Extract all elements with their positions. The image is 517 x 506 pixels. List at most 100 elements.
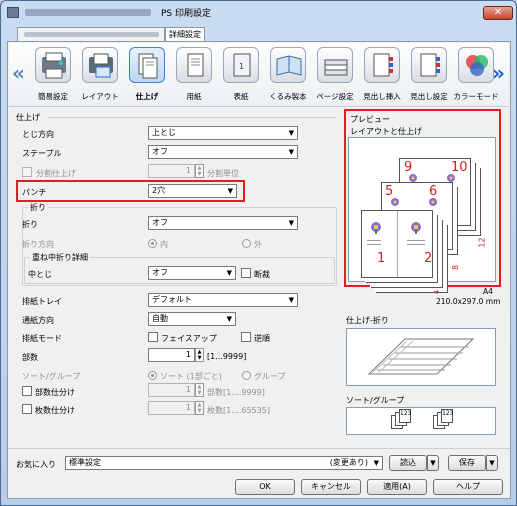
fold-value: オフ <box>152 218 168 227</box>
footer-divider <box>8 448 510 449</box>
split-unit-label: 分割単位 <box>207 169 239 178</box>
sheet-split-stepper[interactable]: 1 <box>148 401 195 415</box>
category-label: 見出し設定 <box>410 92 448 101</box>
set-split-checkbox[interactable] <box>22 386 32 396</box>
flower-image-icon <box>391 198 399 206</box>
cancel-button[interactable]: キャンセル <box>301 479 361 495</box>
favorites-label: お気に入り <box>16 460 56 469</box>
finishing-section-title: 仕上げ <box>16 113 40 122</box>
feed-direction-select[interactable]: 自動 ▼ <box>148 312 236 326</box>
paper-icon <box>176 47 212 83</box>
category-color-mode[interactable]: カラーモード <box>451 47 501 105</box>
staple-label: ステープル <box>22 149 62 158</box>
category-label: 簡易設定 <box>38 92 68 101</box>
ok-button[interactable]: OK <box>235 479 295 495</box>
sheet-split-range: 枚数[1....65535] <box>207 406 270 415</box>
fold-direction-in-radio[interactable] <box>148 239 157 248</box>
page-number: 1 <box>377 251 386 266</box>
sort-group-label: ソート/グループ <box>22 372 81 381</box>
chevron-down-icon: ▼ <box>227 187 233 195</box>
tab-detail-settings[interactable]: 詳細設定 <box>165 27 205 41</box>
stepper-arrows-icon[interactable]: ▲ ▼ <box>195 348 204 362</box>
stepper-arrows-icon[interactable]: ▲ ▼ <box>195 401 204 415</box>
stepper-arrows-icon[interactable]: ▲ ▼ <box>195 383 204 397</box>
sheet-split-checkbox[interactable] <box>22 404 32 414</box>
page-number: 4 <box>433 289 442 295</box>
category-icon-bar: « » 簡易設定 レイアウト 仕上げ 用紙 1 表紙 くるみ製本 ページ設定 見… <box>9 43 509 107</box>
flower-image-icon <box>409 174 417 182</box>
face-up-checkbox[interactable] <box>148 332 158 342</box>
binding-select[interactable]: 上とじ ▼ <box>148 126 298 140</box>
category-perfect-binding[interactable]: くるみ製本 <box>263 47 313 105</box>
save-button[interactable]: 保存 <box>448 455 486 471</box>
staple-select[interactable]: オフ ▼ <box>148 145 298 159</box>
punch-select[interactable]: 2穴 ▼ <box>148 184 237 198</box>
finishing-icon <box>129 47 165 83</box>
sort-radio[interactable] <box>148 371 157 380</box>
category-finishing[interactable]: 仕上げ <box>122 47 172 105</box>
help-button[interactable]: ヘルプ <box>433 479 503 495</box>
chevron-down-icon: ▼ <box>288 129 294 137</box>
set-split-stepper[interactable]: 1 <box>148 383 195 397</box>
category-paper[interactable]: 用紙 <box>169 47 219 105</box>
saddle-select[interactable]: オフ ▼ <box>148 266 236 280</box>
fold-group-title: 折り <box>28 202 48 213</box>
text-line <box>367 240 381 241</box>
text-line <box>407 240 425 241</box>
copies-label: 部数 <box>22 353 38 362</box>
feed-direction-value: 自動 <box>152 314 168 323</box>
apply-button[interactable]: 適用(A) <box>367 479 427 495</box>
split-checkbox[interactable] <box>22 167 32 177</box>
output-tray-value: デフォルト <box>152 295 192 304</box>
category-tab-insert[interactable]: 見出し挿入 <box>357 47 407 105</box>
trim-checkbox[interactable] <box>241 268 251 278</box>
tab-setting-icon <box>411 47 447 83</box>
output-tray-select[interactable]: デフォルト ▼ <box>148 293 298 307</box>
category-layout[interactable]: レイアウト <box>75 47 125 105</box>
category-page-setting[interactable]: ページ設定 <box>310 47 360 105</box>
reverse-order-checkbox[interactable] <box>241 332 251 342</box>
category-quick-setting[interactable]: 簡易設定 <box>28 47 78 105</box>
split-stepper[interactable]: 1 <box>148 164 195 178</box>
page-number: 12 <box>477 237 487 248</box>
sorted-set-icon: 123 <box>441 409 453 423</box>
saddle-label: 中とじ <box>28 270 52 279</box>
fold-direction-out-radio[interactable] <box>242 239 251 248</box>
category-tab-setting[interactable]: 見出し設定 <box>404 47 454 105</box>
chevron-down-icon: ▼ <box>226 315 232 323</box>
flower-image-icon <box>371 222 381 234</box>
save-dropdown-icon[interactable]: ▼ <box>486 455 498 471</box>
scroll-left-icon[interactable]: « <box>12 61 25 85</box>
group-radio[interactable] <box>242 371 251 380</box>
settings-panel: « » 簡易設定 レイアウト 仕上げ 用紙 1 表紙 くるみ製本 ページ設定 見… <box>7 41 511 499</box>
layout-icon <box>82 47 118 83</box>
saddle-group-title: 重ね中折り詳細 <box>30 252 90 263</box>
output-mode-label: 排紙モード <box>22 334 62 343</box>
finishing-fold-title: 仕上げ-折り <box>346 316 389 325</box>
layout-preview: 9 10 5 6 1 2 12 8 4 <box>348 137 496 294</box>
category-cover[interactable]: 1 表紙 <box>216 47 266 105</box>
load-dropdown-icon[interactable]: ▼ <box>427 455 439 471</box>
load-button[interactable]: 読込 <box>389 455 427 471</box>
tab-redacted[interactable] <box>17 27 165 41</box>
punch-value: 2穴 <box>152 186 166 195</box>
preview-subtitle: レイアウトと仕上げ <box>350 127 422 136</box>
category-label: 仕上げ <box>135 92 159 101</box>
favorites-select[interactable]: 標準設定 (変更あり) ▼ <box>65 456 383 470</box>
fold-preview <box>346 328 496 386</box>
paper-dimensions: 210.0x297.0 mm <box>436 297 501 306</box>
category-label: 用紙 <box>186 92 202 101</box>
sort-preview: 123 123 <box>346 407 496 435</box>
stepper-arrows-icon[interactable]: ▲ ▼ <box>195 164 204 178</box>
paper-size-label: A4 <box>483 287 493 296</box>
category-label: 見出し挿入 <box>363 92 401 101</box>
binding-value: 上とじ <box>152 128 176 137</box>
copies-stepper[interactable]: 1 <box>148 348 195 362</box>
close-button[interactable]: ✕ <box>483 6 513 20</box>
window-title: PS 印刷設定 <box>161 9 212 19</box>
perfect-binding-icon <box>270 47 306 83</box>
page-number: 2 <box>424 251 433 266</box>
fold-select[interactable]: オフ ▼ <box>148 216 298 230</box>
saddle-value: オフ <box>152 268 168 277</box>
output-tray-label: 排紙トレイ <box>22 297 62 306</box>
